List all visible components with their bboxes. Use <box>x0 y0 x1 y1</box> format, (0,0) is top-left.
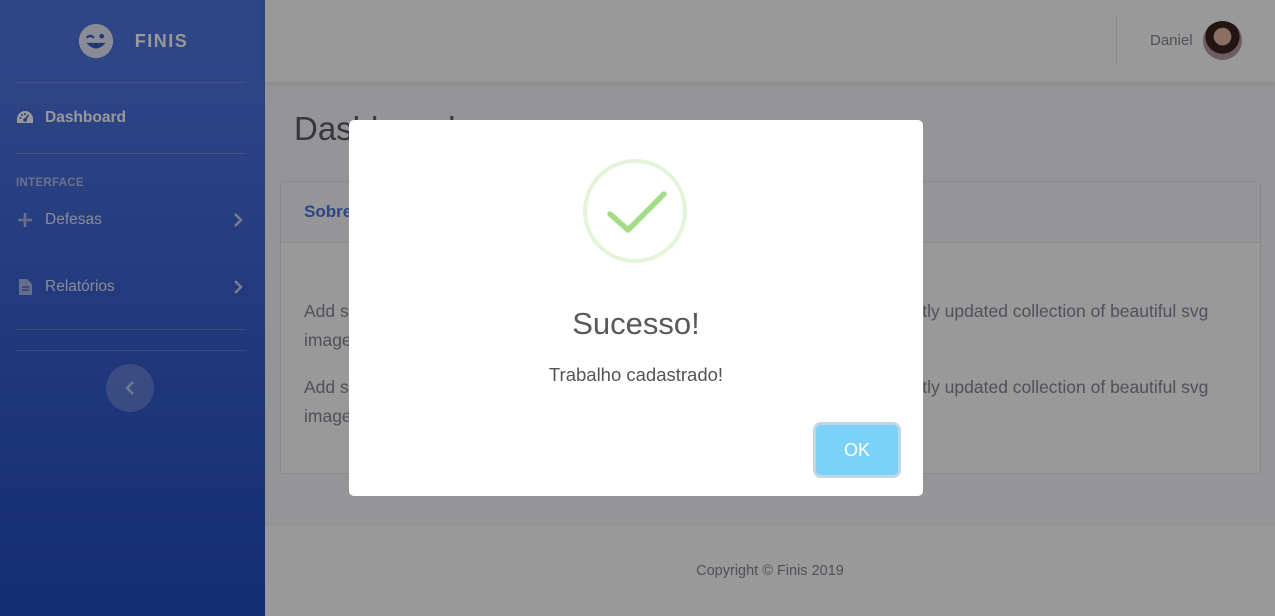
success-modal: Sucesso! Trabalho cadastrado! OK <box>349 120 923 496</box>
modal-title: Sucesso! <box>572 306 700 341</box>
modal-message: Trabalho cadastrado! <box>548 364 724 385</box>
ok-button[interactable]: OK <box>816 425 898 475</box>
success-check-icon <box>583 159 687 263</box>
